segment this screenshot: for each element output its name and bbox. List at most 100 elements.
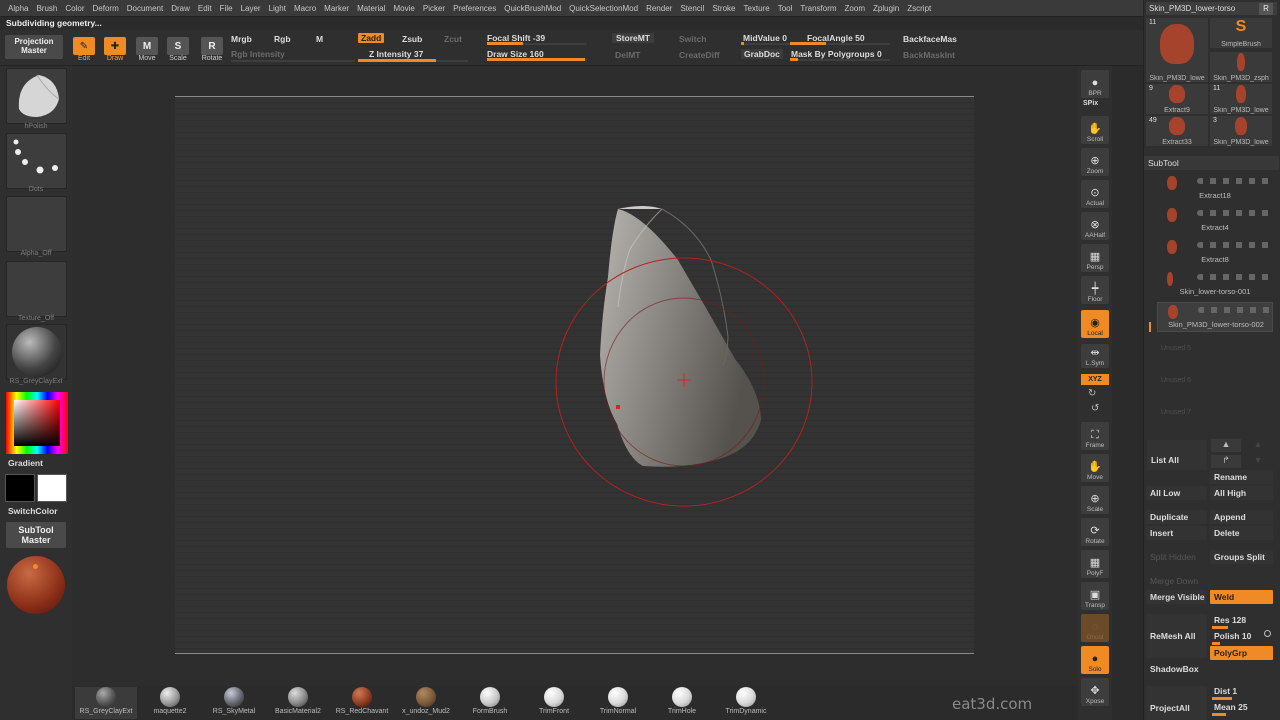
tool-thumb-zsph[interactable]: Skin_PM3D_zsph [1210, 52, 1272, 82]
subtool-item[interactable]: Skin_lower-torso-001 [1157, 270, 1273, 300]
menu-item-macro[interactable]: Macro [290, 4, 320, 13]
rotate-y-icon[interactable]: ↻ [1088, 388, 1096, 399]
midvalue-slider[interactable]: MidValue 0 [743, 33, 787, 43]
material-item[interactable]: RS_RedChavant [331, 687, 393, 719]
xyz-button[interactable]: XYZ [1081, 374, 1109, 385]
rgb-intensity-slider[interactable]: Rgb Intensity [231, 49, 285, 59]
current-tool-title[interactable]: Skin_PM3D_lower-torso [1146, 2, 1277, 15]
menu-item-marker[interactable]: Marker [320, 4, 353, 13]
solo-button[interactable]: ● Solo [1081, 646, 1109, 674]
zsub-button[interactable]: Zsub [402, 34, 422, 44]
res-slider[interactable]: Res 128 [1210, 613, 1273, 627]
sculpt-mesh[interactable] [600, 206, 761, 467]
menu-item-light[interactable]: Light [265, 4, 290, 13]
dist-slider[interactable]: Dist 1 [1210, 684, 1273, 698]
menu-item-render[interactable]: Render [642, 4, 676, 13]
subtool-toggles[interactable] [1197, 242, 1273, 248]
shadowbox-button[interactable]: ShadowBox [1146, 662, 1207, 676]
arrow-down-disabled-icon[interactable]: ▼ [1243, 455, 1273, 468]
move-down-icon[interactable]: ↱ [1211, 455, 1241, 468]
menu-item-quickselectionmod[interactable]: QuickSelectionMod [565, 4, 642, 13]
polish-toggle-icon[interactable] [1264, 630, 1271, 637]
menu-item-movie[interactable]: Movie [390, 4, 419, 13]
material-selector[interactable] [6, 324, 67, 380]
menu-item-file[interactable]: File [216, 4, 237, 13]
alpha-selector[interactable] [6, 196, 67, 252]
groups-split-button[interactable]: Groups Split [1210, 550, 1273, 564]
subtool-item-selected[interactable]: Skin_PM3D_lower-torso-002 [1157, 302, 1274, 332]
delete-button[interactable]: Delete [1210, 526, 1273, 540]
polish-slider[interactable]: Polish 10 [1210, 629, 1266, 643]
rotate-view-button[interactable]: ⟳ Rotate [1081, 518, 1109, 546]
tool-thumb-simplebrush[interactable]: S SimpleBrush [1210, 18, 1272, 48]
menu-item-material[interactable]: Material [353, 4, 389, 13]
subtool-item[interactable]: Extract18 [1157, 174, 1273, 204]
list-all-button[interactable]: List All [1147, 440, 1207, 470]
mrgb-button[interactable]: Mrgb [231, 34, 252, 44]
z-intensity-slider[interactable]: Z Intensity 37 [369, 49, 423, 59]
scale-view-button[interactable]: ⊕ Scale [1081, 486, 1109, 514]
rotate-z-icon[interactable]: ↺ [1091, 403, 1099, 414]
bpr-button[interactable]: ● BPR [1081, 70, 1109, 98]
color-picker-saturation[interactable] [14, 400, 60, 446]
xpose-button[interactable]: ✥ Xpose [1081, 678, 1109, 706]
menu-item-zscript[interactable]: Zscript [903, 4, 935, 13]
gradient-button[interactable]: Gradient [8, 458, 43, 468]
persp-button[interactable]: ▦ Persp [1081, 244, 1109, 272]
material-item[interactable]: FormBrush [459, 687, 521, 719]
merge-visible-button[interactable]: Merge Visible [1146, 590, 1207, 604]
mask-by-polygroups-slider[interactable]: Mask By Polygroups 0 [791, 49, 882, 59]
mean-slider[interactable]: Mean 25 [1210, 700, 1273, 714]
subtool-toggles[interactable] [1197, 210, 1273, 216]
m-button[interactable]: M [316, 34, 323, 44]
color-picker[interactable] [6, 392, 68, 454]
projection-master-button[interactable]: Projection Master [5, 35, 63, 59]
stroke-selector[interactable] [6, 133, 67, 189]
menu-item-document[interactable]: Document [123, 4, 167, 13]
material-item[interactable]: x_undoz_Mud2 [395, 687, 457, 719]
duplicate-button[interactable]: Duplicate [1146, 510, 1207, 524]
actual-button[interactable]: ⊙ Actual [1081, 180, 1109, 208]
menu-item-layer[interactable]: Layer [237, 4, 265, 13]
append-button[interactable]: Append [1210, 510, 1273, 524]
project-all-button[interactable]: ProjectAll [1146, 686, 1207, 720]
material-item[interactable]: TrimNormal [587, 687, 649, 719]
creatediff-button[interactable]: CreateDiff [679, 50, 720, 60]
all-low-button[interactable]: All Low [1146, 486, 1207, 500]
storemt-button[interactable]: StoreMT [612, 33, 654, 43]
subtool-toggles[interactable] [1198, 307, 1274, 313]
tool-thumb-extract9[interactable]: 9 Extract9 [1146, 84, 1208, 114]
transp-button[interactable]: ▣ Transp [1081, 582, 1109, 610]
menu-item-deform[interactable]: Deform [89, 4, 123, 13]
texture-selector[interactable] [6, 261, 67, 317]
subtool-item[interactable]: Extract8 [1157, 238, 1273, 268]
main-color-swatch[interactable] [37, 474, 67, 502]
edit-button[interactable]: ✎ Edit [72, 34, 96, 62]
menu-item-quickbrushmod[interactable]: QuickBrushMod [500, 4, 565, 13]
secondary-color-swatch[interactable] [5, 474, 35, 502]
menu-item-picker[interactable]: Picker [419, 4, 449, 13]
menu-item-edit[interactable]: Edit [194, 4, 216, 13]
menu-item-stroke[interactable]: Stroke [708, 4, 739, 13]
polyf-button[interactable]: ▦ PolyF [1081, 550, 1109, 578]
frame-button[interactable]: ⛶ Frame [1081, 422, 1109, 450]
rgb-button[interactable]: Rgb [274, 34, 291, 44]
subtool-toggles[interactable] [1197, 274, 1273, 280]
menu-item-draw[interactable]: Draw [167, 4, 194, 13]
tool-thumb-6[interactable]: 3 Skin_PM3D_lowe [1210, 116, 1272, 146]
subtool-header[interactable]: SubTool [1144, 156, 1279, 170]
remesh-all-button[interactable]: ReMesh All [1146, 614, 1207, 658]
r-button[interactable]: R [1259, 3, 1273, 15]
tool-thumb-1[interactable]: 11 Skin_PM3D_lowe [1146, 18, 1208, 82]
menu-item-zplugin[interactable]: Zplugin [869, 4, 903, 13]
arrow-up-disabled-icon[interactable]: ▲ [1243, 439, 1273, 452]
material-item[interactable]: TrimHole [651, 687, 713, 719]
material-item[interactable]: BasicMaterial2 [267, 687, 329, 719]
merge-down-button[interactable]: Merge Down [1146, 574, 1207, 588]
rotate-button[interactable]: R Rotate [199, 34, 225, 62]
spix-label[interactable]: SPix [1083, 100, 1098, 107]
ghost-button[interactable]: ◌ Ghost [1081, 614, 1109, 642]
zoom-button[interactable]: ⊕ Zoom [1081, 148, 1109, 176]
switch-button[interactable]: Switch [679, 34, 706, 44]
polygrp-toggle[interactable]: PolyGrp [1210, 646, 1273, 660]
